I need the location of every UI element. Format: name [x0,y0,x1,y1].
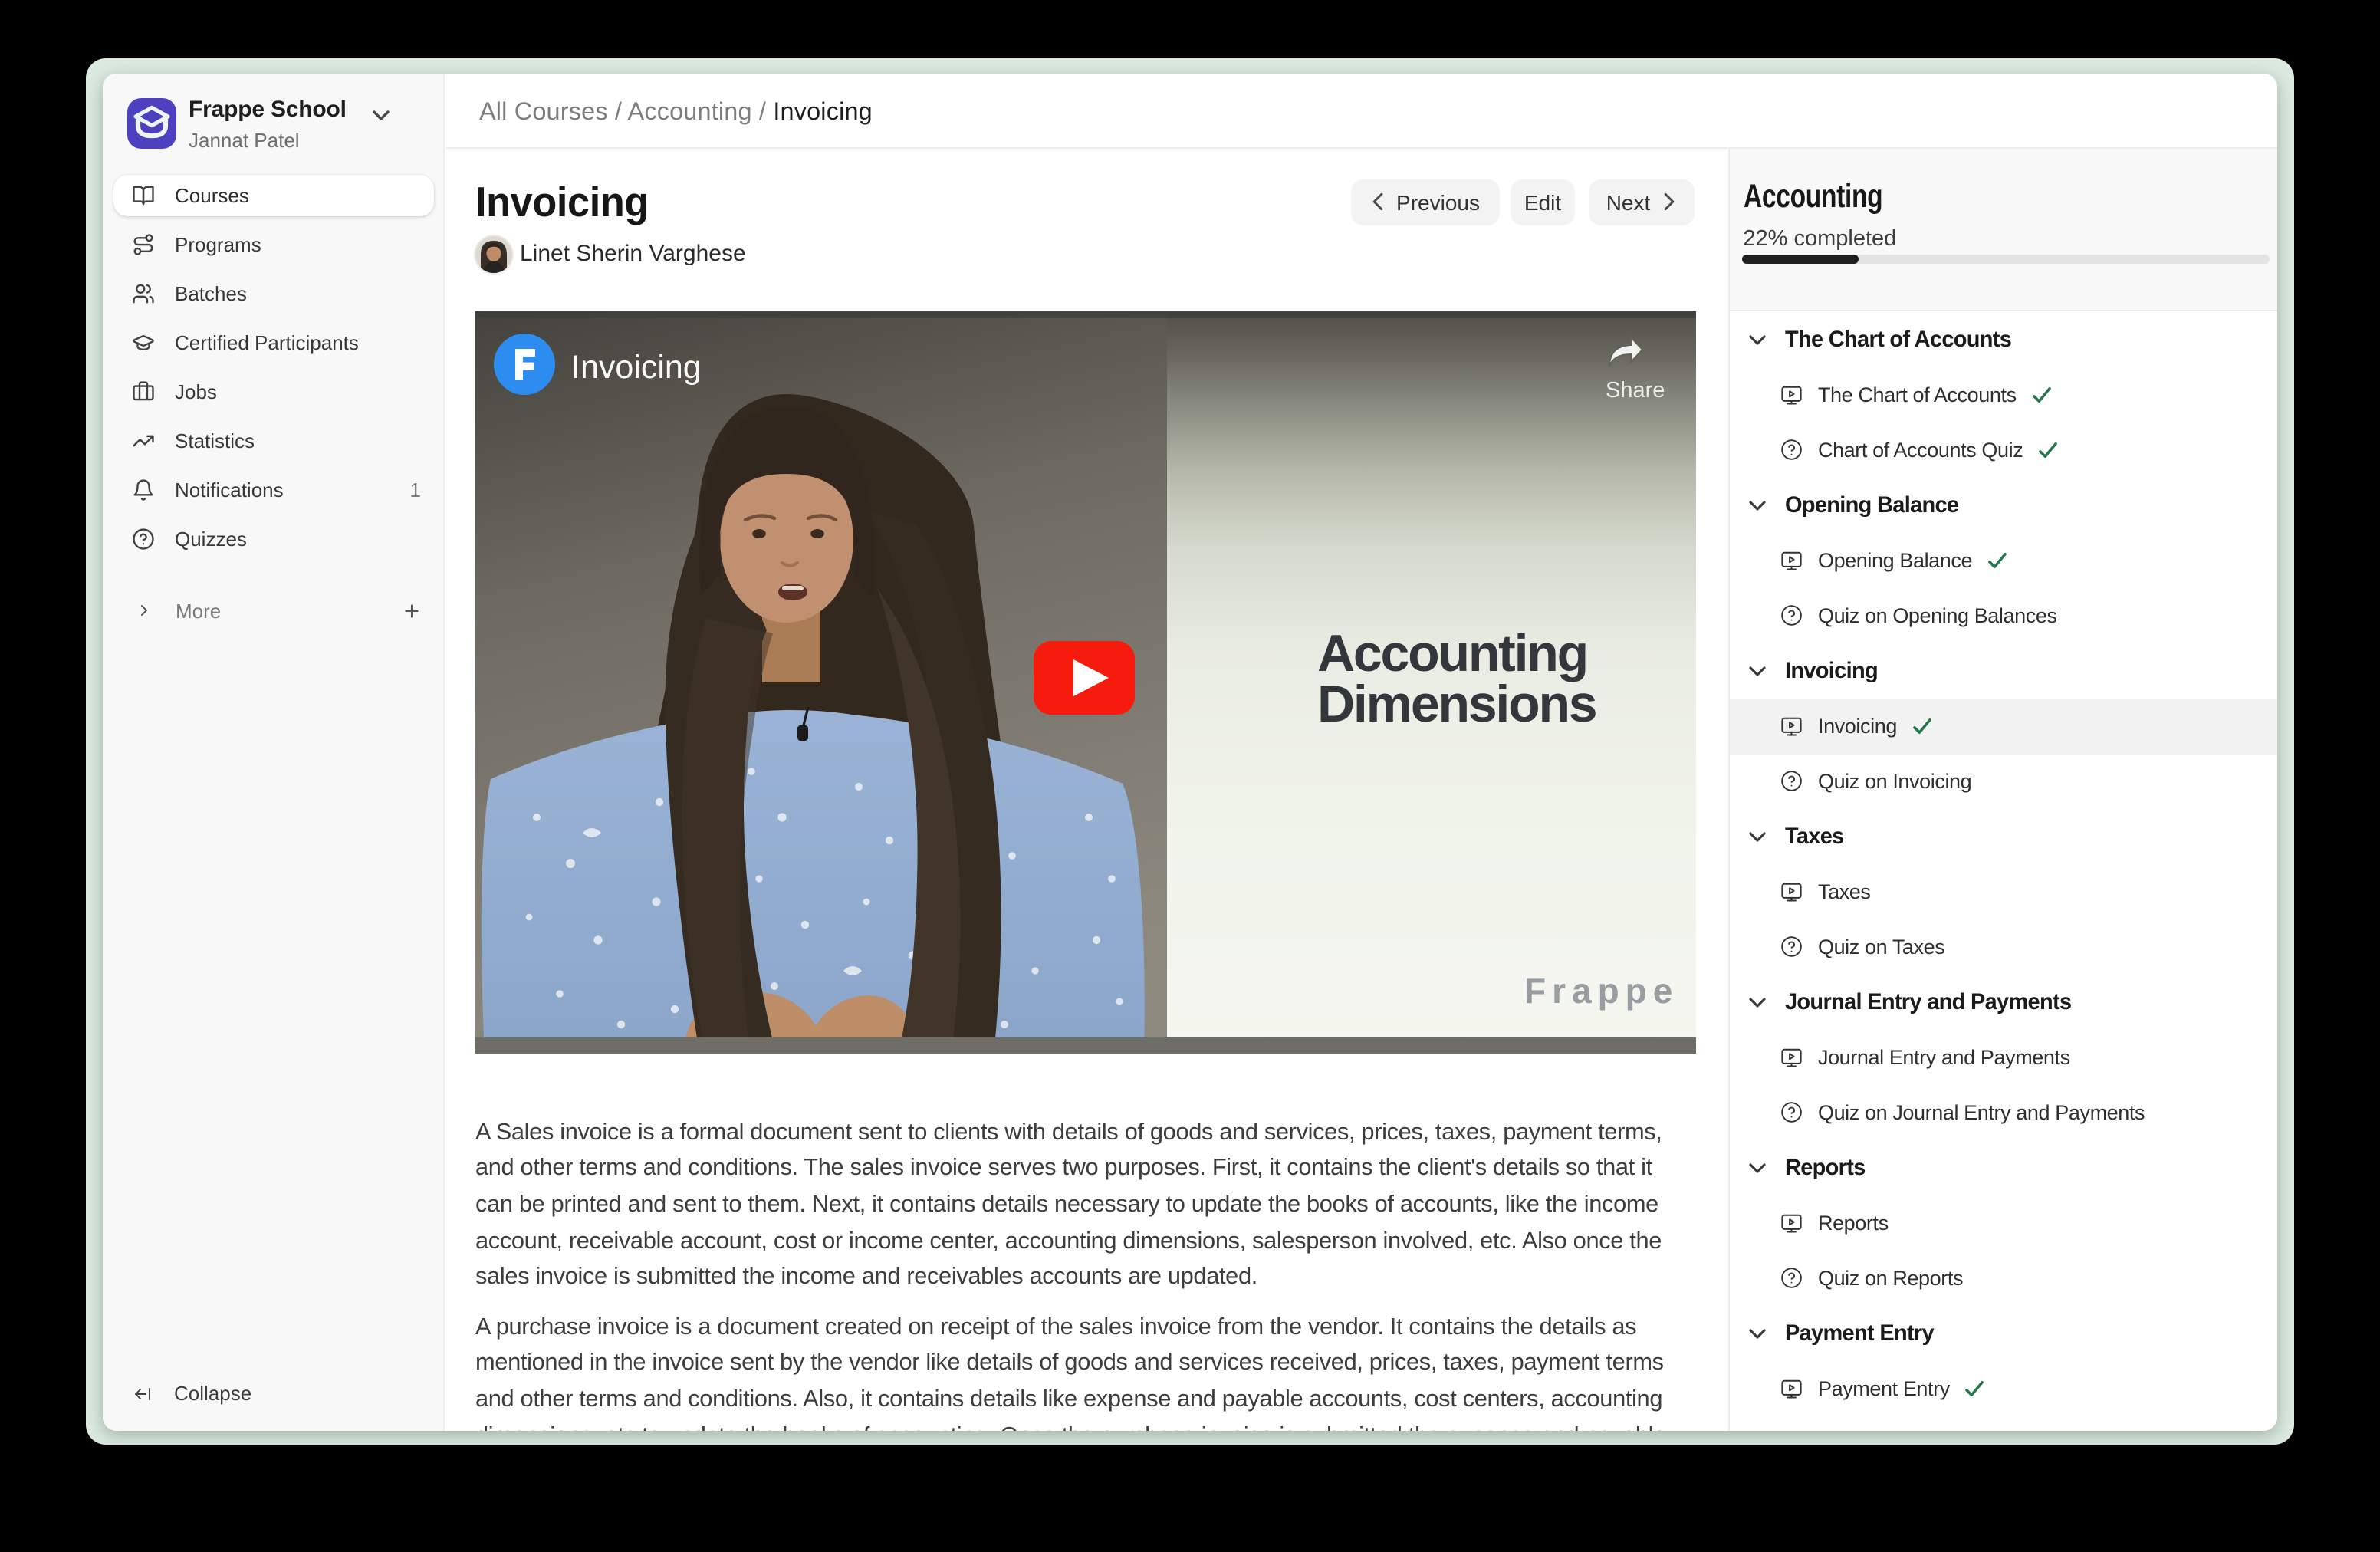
svg-text:Dimensions: Dimensions [1317,675,1596,733]
svg-text:Accounting: Accounting [1317,624,1587,682]
svg-text:Share: Share [1606,378,1665,403]
svg-text:Invoicing: Invoicing [571,349,702,386]
svg-text:Frappe: Frappe [1524,971,1678,1011]
